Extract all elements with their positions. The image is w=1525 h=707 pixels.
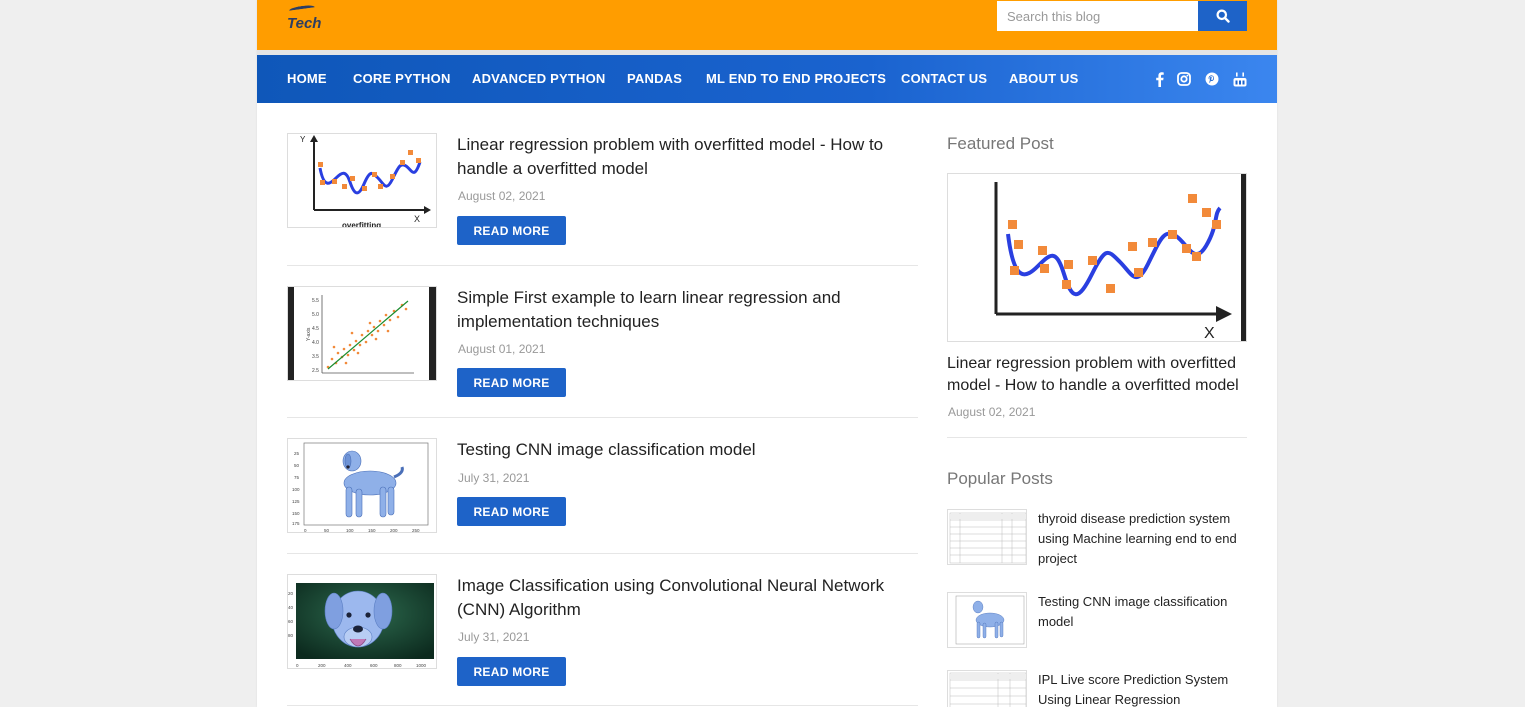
page: Tech HOME CORE PYTHON ADVANCED PYTHON PA… bbox=[257, 0, 1277, 707]
sidebar-divider bbox=[947, 437, 1247, 438]
post-item: 25 50 75 100 125 150 175 0 50 100 150 200 250 Test bbox=[287, 438, 918, 534]
svg-text:0: 0 bbox=[304, 528, 307, 533]
post-date: July 31, 2021 bbox=[458, 471, 530, 485]
thumb-caption: overfitting bbox=[342, 221, 381, 228]
svg-text:600: 600 bbox=[370, 663, 378, 668]
svg-text:100: 100 bbox=[292, 487, 300, 492]
post-item: Y X overfitting Linear regression proble… bbox=[287, 133, 918, 245]
svg-text:200: 200 bbox=[390, 528, 398, 533]
read-more-button[interactable]: READ MORE bbox=[457, 216, 566, 245]
svg-text:50: 50 bbox=[324, 528, 330, 533]
search-button[interactable] bbox=[1198, 1, 1247, 31]
post-item: 20 40 60 80 0 200 400 600 800 1000 Image Classif… bbox=[287, 574, 918, 686]
nav-item-home[interactable]: HOME bbox=[287, 55, 327, 103]
svg-text:80: 80 bbox=[288, 633, 294, 638]
post-title[interactable]: Linear regression problem with overfitte… bbox=[457, 133, 917, 181]
svg-text:200: 200 bbox=[318, 663, 326, 668]
svg-text:3.5: 3.5 bbox=[312, 354, 319, 360]
nav-item-about-us[interactable]: ABOUT US bbox=[1009, 55, 1079, 103]
svg-text:40: 40 bbox=[288, 605, 294, 610]
nav-item-pandas[interactable]: PANDAS bbox=[627, 55, 682, 103]
top-header: Tech bbox=[257, 0, 1277, 50]
popular-post-title[interactable]: thyroid disease prediction system using … bbox=[1038, 509, 1248, 569]
nav-item-contact-us[interactable]: CONTACT US bbox=[901, 55, 987, 103]
post-divider bbox=[287, 705, 918, 706]
svg-text:50: 50 bbox=[294, 463, 300, 468]
post-item: 5.5 5.0 4.5 4.0 3.5 2.5 Y-axis Simple First … bbox=[287, 286, 918, 398]
popular-post-title[interactable]: IPL Live score Prediction System Using L… bbox=[1038, 670, 1248, 707]
svg-text:100: 100 bbox=[346, 528, 354, 533]
svg-text:60: 60 bbox=[288, 619, 294, 624]
svg-text:125: 125 bbox=[292, 499, 300, 504]
svg-text:5.5: 5.5 bbox=[312, 298, 319, 304]
popular-post-thumbnail[interactable] bbox=[947, 592, 1027, 648]
svg-text:X: X bbox=[414, 214, 420, 224]
popular-post-title[interactable]: Testing CNN image classification model bbox=[1038, 592, 1248, 632]
nav-item-advanced-python[interactable]: ADVANCED PYTHON bbox=[472, 55, 606, 103]
popular-post-item: thyroid disease prediction system using … bbox=[947, 509, 1247, 567]
post-date: August 01, 2021 bbox=[458, 342, 546, 356]
popular-post-item: Testing CNN image classification model bbox=[947, 592, 1247, 650]
facebook-icon[interactable] bbox=[1150, 70, 1168, 88]
read-more-button[interactable]: READ MORE bbox=[457, 497, 566, 526]
featured-post-title[interactable]: Linear regression problem with overfitte… bbox=[947, 353, 1247, 397]
svg-text:0: 0 bbox=[296, 663, 299, 668]
svg-text:4.5: 4.5 bbox=[312, 326, 319, 332]
svg-text:150: 150 bbox=[292, 511, 300, 516]
logo-swoosh-icon bbox=[288, 4, 316, 14]
svg-text:150: 150 bbox=[368, 528, 376, 533]
post-thumbnail[interactable]: 20 40 60 80 0 200 400 600 800 1000 bbox=[287, 574, 437, 669]
featured-image[interactable]: X bbox=[947, 173, 1247, 342]
featured-post-date: August 02, 2021 bbox=[948, 405, 1036, 419]
post-thumbnail[interactable]: 5.5 5.0 4.5 4.0 3.5 2.5 Y-axis bbox=[287, 286, 437, 381]
post-thumbnail[interactable]: Y X overfitting bbox=[287, 133, 437, 228]
svg-text:175: 175 bbox=[292, 521, 300, 526]
post-divider bbox=[287, 417, 918, 418]
post-title[interactable]: Simple First example to learn linear reg… bbox=[457, 286, 917, 334]
svg-text:4.0: 4.0 bbox=[312, 340, 319, 346]
svg-text:5.0: 5.0 bbox=[312, 312, 319, 318]
pinterest-icon[interactable] bbox=[1203, 70, 1221, 88]
nav-item-core-python[interactable]: CORE PYTHON bbox=[353, 55, 451, 103]
search-input[interactable] bbox=[997, 1, 1198, 31]
instagram-icon[interactable] bbox=[1175, 70, 1193, 88]
svg-text:Y-axis: Y-axis bbox=[306, 327, 312, 341]
svg-text:75: 75 bbox=[294, 475, 300, 480]
popular-post-thumbnail[interactable] bbox=[947, 509, 1027, 565]
search-icon bbox=[1216, 9, 1230, 23]
post-divider bbox=[287, 553, 918, 554]
main-nav: HOME CORE PYTHON ADVANCED PYTHON PANDAS … bbox=[257, 55, 1277, 103]
svg-text:25: 25 bbox=[294, 451, 300, 456]
read-more-button[interactable]: READ MORE bbox=[457, 657, 566, 686]
post-thumbnail[interactable]: 25 50 75 100 125 150 175 0 50 100 150 200 250 bbox=[287, 438, 437, 533]
svg-text:20: 20 bbox=[288, 591, 294, 596]
post-title[interactable]: Image Classification using Convolutional… bbox=[457, 574, 917, 622]
svg-text:1000: 1000 bbox=[416, 663, 427, 668]
post-title[interactable]: Testing CNN image classification model bbox=[457, 438, 917, 462]
popular-post-item: IPL Live score Prediction System Using L… bbox=[947, 670, 1247, 707]
popular-post-thumbnail[interactable] bbox=[947, 670, 1027, 707]
featured-heading: Featured Post bbox=[947, 134, 1054, 153]
svg-text:X: X bbox=[1204, 325, 1215, 342]
read-more-button[interactable]: READ MORE bbox=[457, 368, 566, 397]
svg-text:800: 800 bbox=[394, 663, 402, 668]
youtube-icon[interactable] bbox=[1231, 70, 1249, 88]
post-date: August 02, 2021 bbox=[458, 189, 546, 203]
svg-text:Y: Y bbox=[300, 135, 306, 144]
svg-text:400: 400 bbox=[344, 663, 352, 668]
nav-item-ml-projects[interactable]: ML END TO END PROJECTS bbox=[706, 55, 886, 103]
post-divider bbox=[287, 265, 918, 266]
popular-heading: Popular Posts bbox=[947, 469, 1053, 488]
svg-text:250: 250 bbox=[412, 528, 420, 533]
svg-text:2.5: 2.5 bbox=[312, 368, 319, 374]
post-date: July 31, 2021 bbox=[458, 630, 530, 644]
logo-text: Tech bbox=[287, 15, 322, 32]
site-logo[interactable]: Tech bbox=[287, 4, 327, 34]
